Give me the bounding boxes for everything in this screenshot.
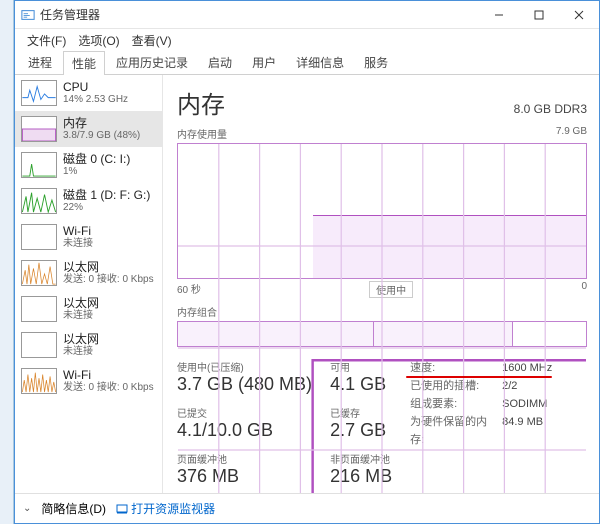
task-manager-window: 任务管理器 文件(F) 选项(O) 查看(V) 进程 性能 应用历史记录 启动 … xyxy=(14,0,600,524)
cpu-thumb-icon xyxy=(21,80,57,106)
brief-info-button[interactable]: 简略信息(D) xyxy=(41,500,106,517)
chevron-down-icon[interactable]: ⌄ xyxy=(23,503,31,514)
window-title: 任务管理器 xyxy=(40,6,479,23)
sidebar-item-sub: 14% 2.53 GHz xyxy=(63,94,128,106)
sidebar-item-sub: 未连接 xyxy=(63,238,93,250)
memory-usage-chart[interactable] xyxy=(177,143,587,279)
sidebar-item-ethernet[interactable]: 以太网未连接 xyxy=(15,291,162,327)
memory-spec: 8.0 GB DDR3 xyxy=(514,102,587,116)
tab-details[interactable]: 详细信息 xyxy=(287,50,353,74)
net-thumb-icon xyxy=(21,332,57,358)
tab-users[interactable]: 用户 xyxy=(243,50,285,74)
sidebar-item-label: 磁盘 0 (C: I:) xyxy=(63,152,130,166)
sidebar: CPU14% 2.53 GHz 内存3.8/7.9 GB (48%) 磁盘 0 … xyxy=(15,75,163,493)
sidebar-item-cpu[interactable]: CPU14% 2.53 GHz xyxy=(15,75,162,111)
chart-max: 7.9 GB xyxy=(556,126,587,141)
footer: ⌄ 简略信息(D) 打开资源监视器 xyxy=(15,493,599,523)
open-resource-monitor-link[interactable]: 打开资源监视器 xyxy=(116,500,215,517)
sidebar-item-ethernet[interactable]: 以太网未连接 xyxy=(15,327,162,363)
sidebar-item-disk0[interactable]: 磁盘 0 (C: I:)1% xyxy=(15,147,162,183)
menu-view[interactable]: 查看(V) xyxy=(126,30,178,51)
sidebar-item-sub: 22% xyxy=(63,202,150,214)
net-thumb-icon xyxy=(21,224,57,250)
sidebar-item-ethernet[interactable]: 以太网发送: 0 接收: 0 Kbps xyxy=(15,255,162,291)
sidebar-item-label: 以太网 xyxy=(63,296,99,310)
sidebar-item-sub: 发送: 0 接收: 0 Kbps xyxy=(63,382,154,394)
page-title: 内存 xyxy=(177,85,225,120)
tab-processes[interactable]: 进程 xyxy=(19,50,61,74)
tab-performance[interactable]: 性能 xyxy=(63,51,105,75)
sidebar-item-sub: 1% xyxy=(63,166,130,178)
tab-app-history[interactable]: 应用历史记录 xyxy=(107,50,197,74)
sidebar-item-wifi[interactable]: Wi-Fi发送: 0 接收: 0 Kbps xyxy=(15,363,162,399)
sidebar-item-sub: 未连接 xyxy=(63,346,99,358)
sidebar-item-memory[interactable]: 内存3.8/7.9 GB (48%) xyxy=(15,111,162,147)
disk-thumb-icon xyxy=(21,188,57,214)
tab-services[interactable]: 服务 xyxy=(355,50,397,74)
menubar: 文件(F) 选项(O) 查看(V) xyxy=(15,29,599,51)
titlebar: 任务管理器 xyxy=(15,1,599,29)
net-thumb-icon xyxy=(21,296,57,322)
close-button[interactable] xyxy=(559,2,599,28)
sidebar-item-label: CPU xyxy=(63,80,128,94)
sidebar-item-wifi[interactable]: Wi-Fi未连接 xyxy=(15,219,162,255)
disk-thumb-icon xyxy=(21,152,57,178)
sidebar-item-label: 磁盘 1 (D: F: G:) xyxy=(63,188,150,202)
speed-key: 速度: xyxy=(410,359,492,377)
net-thumb-icon xyxy=(21,260,57,286)
sidebar-item-sub: 3.8/7.9 GB (48%) xyxy=(63,130,140,142)
sidebar-item-label: 内存 xyxy=(63,116,140,130)
memory-thumb-icon xyxy=(21,116,57,142)
menu-file[interactable]: 文件(F) xyxy=(21,30,72,51)
sidebar-item-label: Wi-Fi xyxy=(63,368,154,382)
sidebar-item-label: Wi-Fi xyxy=(63,224,93,238)
minimize-button[interactable] xyxy=(479,2,519,28)
tab-startup[interactable]: 启动 xyxy=(199,50,241,74)
sidebar-item-disk1[interactable]: 磁盘 1 (D: F: G:)22% xyxy=(15,183,162,219)
monitor-icon xyxy=(116,503,128,515)
sidebar-item-label: 以太网 xyxy=(63,260,154,274)
net-thumb-icon xyxy=(21,368,57,394)
maximize-button[interactable] xyxy=(519,2,559,28)
menu-options[interactable]: 选项(O) xyxy=(72,30,125,51)
tab-strip: 进程 性能 应用历史记录 启动 用户 详细信息 服务 xyxy=(15,51,599,75)
main-panel: 内存 8.0 GB DDR3 内存使用量 7.9 GB 60 xyxy=(163,75,599,493)
app-icon xyxy=(21,8,35,22)
sidebar-item-sub: 发送: 0 接收: 0 Kbps xyxy=(63,274,154,286)
sidebar-item-label: 以太网 xyxy=(63,332,99,346)
sidebar-item-sub: 未连接 xyxy=(63,310,99,322)
chart-title: 内存使用量 xyxy=(177,126,227,141)
